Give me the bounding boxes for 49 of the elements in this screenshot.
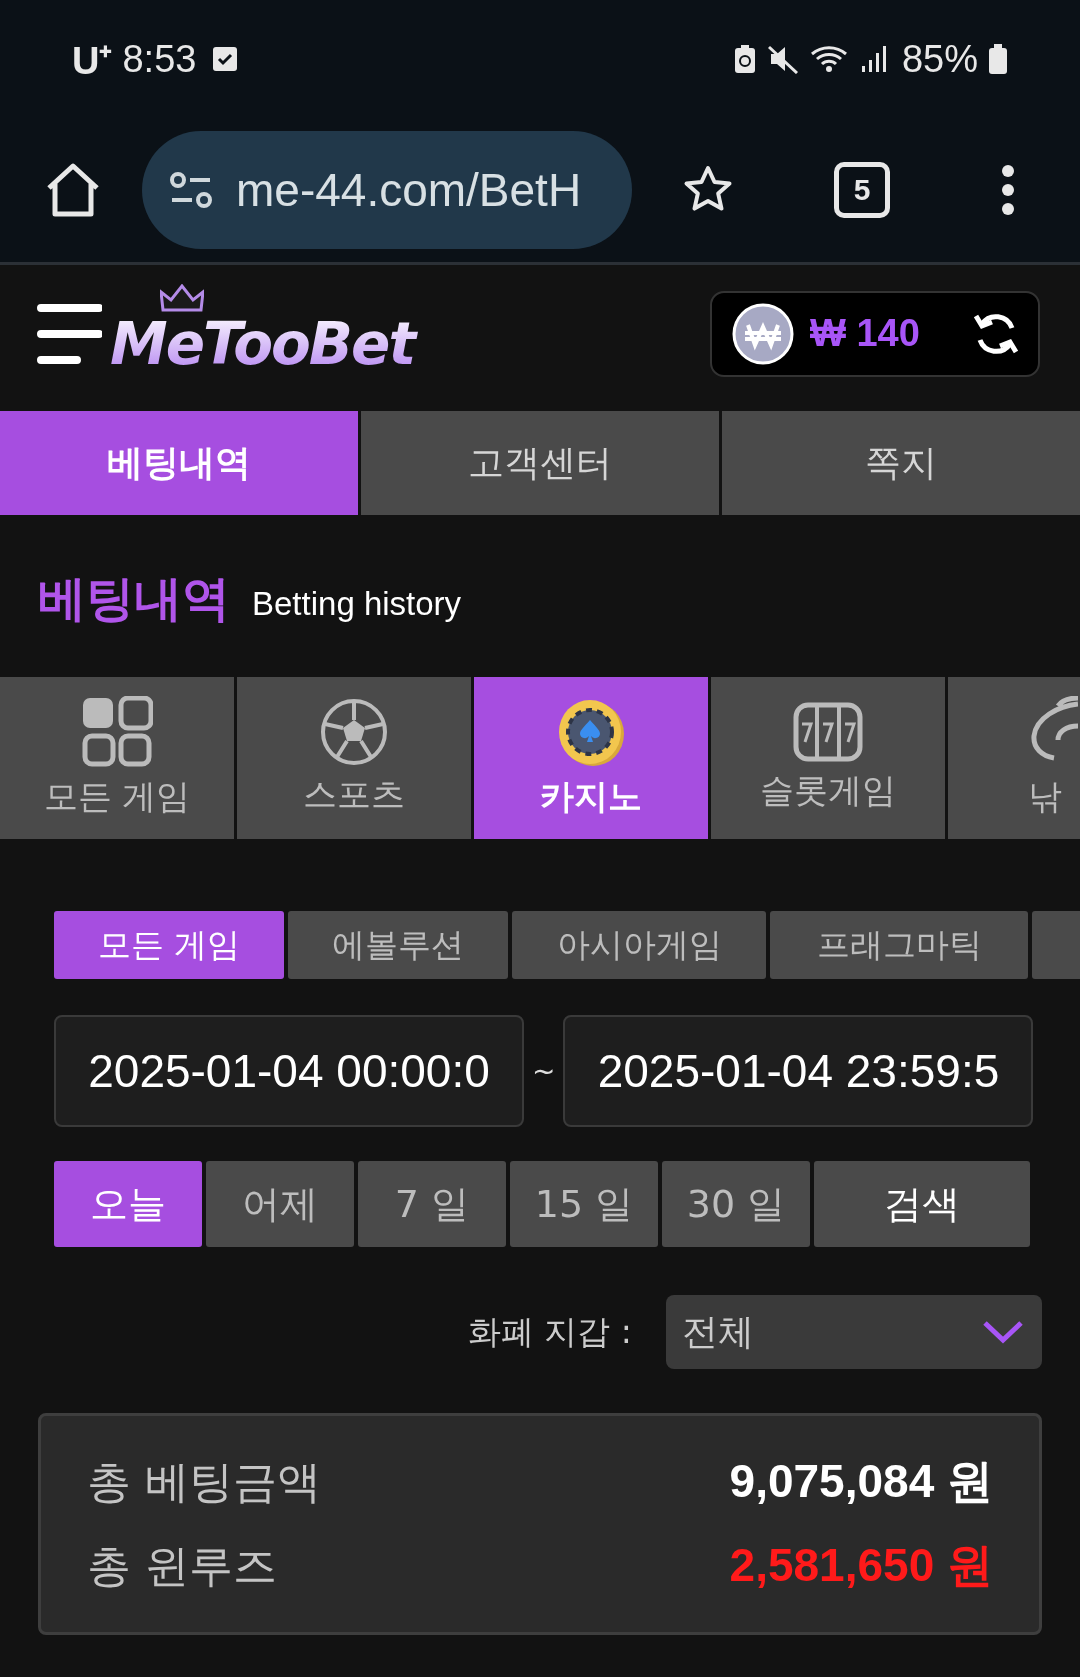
signal-icon: [859, 44, 888, 74]
category-tab[interactable]: 슬롯게임: [711, 677, 945, 839]
period-button[interactable]: 7 일: [358, 1161, 506, 1247]
wallet-label: 화폐 지갑 :: [467, 1310, 632, 1353]
category-tab[interactable]: 모든 게임: [0, 677, 234, 839]
slot-machine-icon: [793, 702, 863, 762]
period-button[interactable]: 30 일: [662, 1161, 810, 1247]
search-button[interactable]: 검색: [814, 1161, 1030, 1247]
category-tab[interactable]: 카지노: [474, 677, 708, 839]
tab-count-button[interactable]: 5: [834, 162, 890, 218]
provider-tab[interactable]: 프래그마틱: [770, 911, 1028, 979]
end-date-field[interactable]: 2025-01-04 23:59:5: [563, 1015, 1034, 1127]
battery-icon: [988, 43, 1008, 75]
nav-tab[interactable]: 베팅내역: [0, 411, 358, 515]
period-button[interactable]: 15 일: [510, 1161, 658, 1247]
grid-icon: [81, 696, 153, 768]
menu-icon[interactable]: [1000, 163, 1016, 217]
provider-tab[interactable]: 모든 게임: [54, 911, 284, 979]
battery-saver-icon: [733, 44, 756, 74]
start-date-field[interactable]: 2025-01-04 00:00:0: [54, 1015, 524, 1127]
nav-tab[interactable]: 쪽지: [722, 411, 1080, 515]
menu-icon[interactable]: [36, 301, 102, 366]
checkbox-notification-icon: [212, 45, 239, 73]
period-button[interactable]: 어제: [206, 1161, 354, 1247]
summary-value: 2,581,650 원: [729, 1538, 993, 1593]
clock-time: 8:53: [122, 37, 197, 81]
summary-label: 총 베팅금액: [87, 1454, 321, 1509]
wallet-dropdown[interactable]: 전체: [666, 1295, 1042, 1369]
provider-tab[interactable]: 아시아게임: [512, 911, 766, 979]
won-coin-icon: [732, 302, 794, 365]
provider-tab[interactable]: 에볼루션: [288, 911, 508, 979]
address-bar[interactable]: me-44.com/BetH: [142, 131, 632, 249]
mute-icon: [765, 44, 800, 74]
site-settings-icon[interactable]: [168, 170, 214, 210]
nav-tab[interactable]: 고객센터: [361, 411, 719, 515]
category-tab[interactable]: 스포츠: [237, 677, 471, 839]
carrier-label: U⁺: [72, 39, 113, 84]
soccer-ball-icon: [320, 698, 388, 766]
summary-value: 9,075,084 원: [729, 1454, 993, 1509]
battery-percent: 85%: [901, 37, 978, 81]
range-separator: ~: [532, 1054, 556, 1088]
page-subtitle: Betting history: [252, 585, 462, 623]
url-text: me-44.com/BetH: [236, 163, 582, 217]
balance-amount: ₩ 140: [810, 312, 921, 355]
period-button[interactable]: 오늘: [54, 1161, 202, 1247]
summary-label: 총 윈루즈: [87, 1538, 277, 1593]
category-tab[interactable]: 낚: [948, 677, 1080, 839]
chevron-down-icon: [982, 1320, 1024, 1344]
page-title: 베팅내역: [38, 569, 230, 628]
